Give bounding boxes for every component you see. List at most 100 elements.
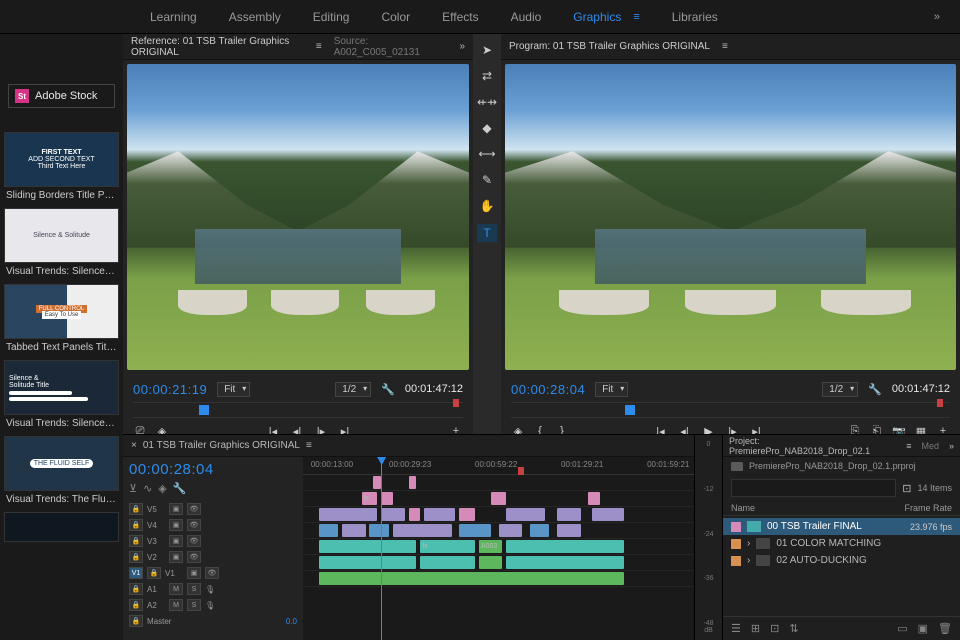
clip[interactable]: [409, 508, 421, 521]
solo-button[interactable]: S: [187, 583, 201, 595]
clip[interactable]: [499, 524, 522, 537]
timeline-ruler[interactable]: 00:00:13:00 00:00:29:23 00:00:59:22 00:0…: [303, 457, 694, 475]
clip[interactable]: [557, 524, 580, 537]
timeline-tracks-area[interactable]: 00:00:13:00 00:00:29:23 00:00:59:22 00:0…: [303, 457, 694, 640]
workspace-tab-graphics[interactable]: Graphics: [573, 10, 621, 24]
track-header-v3[interactable]: 🔒V3▣👁: [129, 533, 297, 549]
label-swatch[interactable]: [731, 539, 741, 549]
template-item[interactable]: [4, 512, 119, 542]
clip[interactable]: [373, 476, 381, 489]
reference-tab[interactable]: Reference: 01 TSB Trailer Graphics ORIGI…: [131, 36, 304, 58]
track-a1[interactable]: [303, 555, 694, 571]
lock-icon[interactable]: 🔒: [147, 567, 161, 579]
clip[interactable]: [491, 492, 507, 505]
track-select-tool-icon[interactable]: ⇄: [479, 68, 495, 84]
workspace-menu-icon[interactable]: ≡: [633, 11, 639, 23]
project-item[interactable]: › 02 AUTO-DUCKING: [723, 552, 960, 569]
clip[interactable]: [319, 540, 417, 553]
solo-button[interactable]: S: [187, 599, 201, 611]
clip[interactable]: [506, 508, 545, 521]
template-item[interactable]: FULL CONTROLEasy To UseTabbed Text Panel…: [4, 284, 119, 356]
selection-tool-icon[interactable]: ➤: [479, 42, 495, 58]
track-header-v4[interactable]: 🔒V4▣👁: [129, 517, 297, 533]
track-v4[interactable]: fx: [303, 491, 694, 507]
template-item[interactable]: Silence &Solitude TitleVisual Trends: Si…: [4, 360, 119, 432]
playhead[interactable]: [381, 457, 382, 640]
reference-scrubber[interactable]: [133, 402, 463, 418]
label-swatch[interactable]: [731, 556, 741, 566]
program-in-timecode[interactable]: 00:00:28:04: [511, 382, 585, 397]
track-header-v5[interactable]: 🔒V5▣👁: [129, 501, 297, 517]
overflow-icon[interactable]: »: [459, 41, 465, 52]
clip[interactable]: fx: [362, 492, 378, 505]
timeline-sequence-name[interactable]: 01 TSB Trailer Graphics ORIGINAL: [143, 440, 300, 451]
track-header-a1[interactable]: 🔒A1MS🎙: [129, 581, 297, 597]
mic-icon[interactable]: 🎙: [205, 585, 215, 594]
eye-icon[interactable]: 👁: [187, 503, 201, 515]
mute-button[interactable]: M: [169, 583, 183, 595]
clip[interactable]: [393, 524, 452, 537]
playhead-marker[interactable]: [199, 405, 209, 415]
column-name[interactable]: Name: [731, 503, 904, 513]
column-framerate[interactable]: Frame Rate: [904, 503, 952, 513]
track-v1[interactable]: fxA003: [303, 539, 694, 555]
lock-icon[interactable]: 🔒: [129, 583, 143, 595]
track-v5[interactable]: [303, 475, 694, 491]
close-icon[interactable]: ×: [131, 440, 137, 451]
project-item[interactable]: › 01 COLOR MATCHING: [723, 535, 960, 552]
source-tab[interactable]: Source: A002_C005_02131: [334, 36, 436, 58]
trash-icon[interactable]: 🗑: [938, 622, 952, 635]
track-header-v2[interactable]: 🔒V2▣👁: [129, 549, 297, 565]
hand-tool-icon[interactable]: ✋: [479, 198, 495, 214]
reference-in-timecode[interactable]: 00:00:21:19: [133, 382, 207, 397]
freeform-view-icon[interactable]: ⊡: [770, 622, 779, 635]
clip[interactable]: [557, 508, 580, 521]
add-marker-icon[interactable]: ◈: [158, 482, 166, 495]
expand-icon[interactable]: ›: [747, 538, 750, 549]
workspace-tab-color[interactable]: Color: [381, 10, 410, 24]
clip[interactable]: [506, 556, 623, 569]
project-item[interactable]: 00 TSB Trailer FINAL 23.976 fps: [723, 518, 960, 535]
track-v2[interactable]: [303, 523, 694, 539]
eye-icon[interactable]: 👁: [205, 567, 219, 579]
workspace-tab-learning[interactable]: Learning: [150, 10, 197, 24]
lock-icon[interactable]: 🔒: [129, 535, 143, 547]
track-a2[interactable]: [303, 571, 694, 587]
program-scrubber[interactable]: [511, 402, 950, 418]
workspace-tab-editing[interactable]: Editing: [313, 10, 350, 24]
lock-icon[interactable]: 🔒: [129, 503, 143, 515]
adobe-stock-button[interactable]: St Adobe Stock: [8, 84, 115, 108]
clip[interactable]: [588, 492, 600, 505]
out-marker[interactable]: [937, 399, 943, 407]
zoom-slider-icon[interactable]: ⇅: [789, 622, 798, 635]
workspace-tab-effects[interactable]: Effects: [442, 10, 478, 24]
lock-icon[interactable]: 🔒: [129, 551, 143, 563]
pen-tool-icon[interactable]: ✎: [479, 172, 495, 188]
track-header-v1[interactable]: V1🔒V1▣👁: [129, 565, 297, 581]
eye-icon[interactable]: 👁: [187, 535, 201, 547]
expand-icon[interactable]: ›: [747, 555, 750, 566]
panel-menu-icon[interactable]: ≡: [906, 441, 911, 451]
template-item[interactable]: FIRST TEXTADD SECOND TEXTThird Text Here…: [4, 132, 119, 204]
clip[interactable]: [459, 524, 490, 537]
settings-icon[interactable]: 🔧: [868, 383, 882, 396]
reference-resolution-dropdown[interactable]: 1/2: [335, 382, 371, 397]
panel-menu-icon[interactable]: ≡: [316, 41, 322, 52]
clip[interactable]: [409, 476, 417, 489]
type-tool-icon[interactable]: T: [477, 224, 497, 242]
reference-viewer[interactable]: [123, 60, 473, 374]
clip[interactable]: fx: [420, 540, 475, 553]
workspace-overflow-icon[interactable]: »: [934, 11, 940, 23]
icon-view-icon[interactable]: ⊞: [751, 622, 760, 635]
track-header-a2[interactable]: 🔒A2MS🎙: [129, 597, 297, 613]
timeline-playhead-timecode[interactable]: 00:00:28:04: [129, 461, 297, 478]
workspace-tab-assembly[interactable]: Assembly: [229, 10, 281, 24]
ripple-edit-tool-icon[interactable]: ⇷⇸: [479, 94, 495, 110]
media-browser-tab[interactable]: Med: [921, 441, 939, 451]
program-zoom-dropdown[interactable]: Fit: [595, 382, 628, 397]
reference-zoom-dropdown[interactable]: Fit: [217, 382, 250, 397]
clip[interactable]: [381, 492, 393, 505]
clip[interactable]: [369, 524, 389, 537]
template-item[interactable]: Silence & SolitudeVisual Trends: Silence…: [4, 208, 119, 280]
razor-tool-icon[interactable]: ◆: [479, 120, 495, 136]
